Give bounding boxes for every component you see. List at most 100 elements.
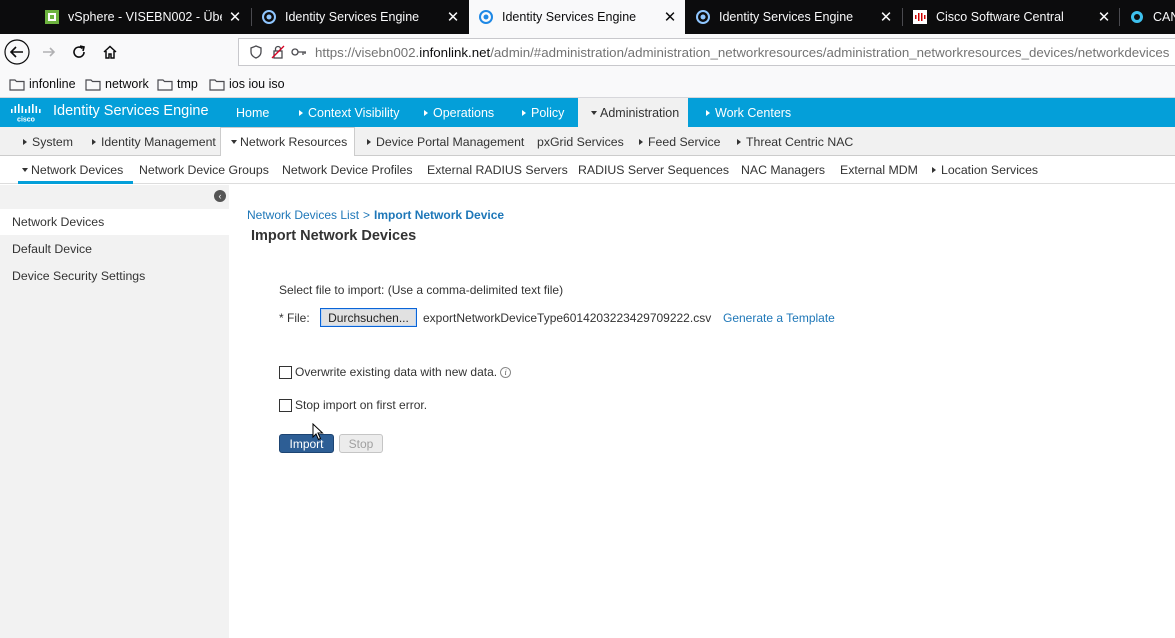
browser-tab-cisco-software[interactable]: Cisco Software Central ✕ <box>903 0 1119 34</box>
url-path: /admin/#administration/administration_ne… <box>490 44 1170 60</box>
tab-radius-server-sequences[interactable]: RADIUS Server Sequences <box>574 156 733 184</box>
close-tab-icon[interactable]: ✕ <box>1097 8 1111 26</box>
caret-down-icon <box>591 110 597 115</box>
caret-right-icon <box>932 167 936 173</box>
bookmark-network[interactable]: network <box>85 77 149 91</box>
subnav-label: Feed Service <box>648 134 721 149</box>
caret-right-icon <box>23 138 27 145</box>
tab-label: Location Services <box>941 163 1039 177</box>
generate-template-link[interactable]: Generate a Template <box>723 311 835 325</box>
tab-label: RADIUS Server Sequences <box>578 163 730 177</box>
forward-button[interactable] <box>36 39 62 65</box>
tab-network-devices[interactable]: Network Devices <box>18 156 134 184</box>
browser-tab-ise-active[interactable]: Identity Services Engine ✕ <box>469 0 685 34</box>
close-tab-icon[interactable]: ✕ <box>228 8 242 26</box>
tab-label: External RADIUS Servers <box>427 163 568 177</box>
url-prefix: https://visebn002. <box>315 44 420 60</box>
bookmark-ios-iou-iso[interactable]: ios iou iso <box>209 77 285 91</box>
sidebar-item-label: Device Security Settings <box>12 269 146 283</box>
subnav-feed-service[interactable]: Feed Service <box>633 127 726 156</box>
close-tab-icon[interactable]: ✕ <box>663 8 677 26</box>
subnav-network-resources[interactable]: Network Resources <box>220 127 355 157</box>
page-title: Import Network Devices <box>251 228 417 244</box>
topnav-administration[interactable]: Administration <box>578 98 688 127</box>
tab-label: Network Device Profiles <box>282 163 413 177</box>
subnav-pxgrid-services[interactable]: pxGrid Services <box>531 127 630 156</box>
tab-network-device-groups[interactable]: Network Device Groups <box>135 156 273 184</box>
topnav-label: Context Visibility <box>308 105 400 120</box>
browser-toolbar: https://visebn002.infonlink.net/admin/#a… <box>0 34 1175 70</box>
subnav-label: System <box>32 134 73 149</box>
subnav-identity-management[interactable]: Identity Management <box>86 127 222 156</box>
browser-tab-vsphere[interactable]: vSphere - VISEBN002 - Übersich ✕ <box>35 0 250 34</box>
insecure-lock-icon <box>271 45 285 59</box>
topnav-label: Administration <box>600 105 680 120</box>
breadcrumb-current: Import Network Device <box>374 208 505 222</box>
bookmark-tmp[interactable]: tmp <box>157 77 198 91</box>
close-tab-icon[interactable]: ✕ <box>446 8 460 26</box>
reload-button[interactable] <box>66 39 92 65</box>
topnav-policy[interactable]: Policy <box>516 98 570 127</box>
caret-right-icon <box>737 138 741 145</box>
browser-tab-strip: vSphere - VISEBN002 - Übersich ✕ Identit… <box>0 0 1175 34</box>
caret-right-icon <box>92 138 96 145</box>
caret-down-icon <box>22 168 28 172</box>
cisco-favicon-icon <box>913 10 927 24</box>
sidebar-item-network-devices[interactable]: Network Devices <box>0 209 229 235</box>
tab-network-device-profiles[interactable]: Network Device Profiles <box>278 156 417 184</box>
tab-location-services[interactable]: Location Services <box>928 156 1042 184</box>
topnav-home[interactable]: Home <box>230 98 275 127</box>
topnav-work-centers[interactable]: Work Centers <box>700 98 797 127</box>
subnav-system[interactable]: System <box>17 127 79 156</box>
topnav-label: Policy <box>531 105 565 120</box>
topnav-operations[interactable]: Operations <box>418 98 500 127</box>
back-arrow-icon <box>4 39 30 65</box>
subnav-label: pxGrid Services <box>537 134 624 149</box>
tab-external-radius-servers[interactable]: External RADIUS Servers <box>423 156 572 184</box>
info-icon[interactable]: i <box>500 366 512 378</box>
topnav-label: Work Centers <box>715 105 792 120</box>
overwrite-checkbox[interactable] <box>279 365 292 379</box>
bookmark-label: ios iou iso <box>229 77 285 91</box>
subnav-label: Network Resources <box>240 135 348 149</box>
browser-tab-title: Cisco Software Central <box>936 10 1064 24</box>
url-text: https://visebn002.infonlink.net/admin/#a… <box>315 45 1169 60</box>
overwrite-option: Overwrite existing data with new data. i <box>279 365 512 379</box>
breadcrumb-parent-link[interactable]: Network Devices List <box>247 208 359 222</box>
tab-label: External MDM <box>840 163 918 177</box>
topnav-context-visibility[interactable]: Context Visibility <box>293 98 405 127</box>
tab-nac-managers[interactable]: NAC Managers <box>737 156 829 184</box>
caret-right-icon <box>299 109 303 116</box>
close-tab-icon[interactable]: ✕ <box>879 8 893 26</box>
shield-icon <box>250 45 262 59</box>
subnav-label: Threat Centric NAC <box>746 134 854 149</box>
address-bar[interactable]: https://visebn002.infonlink.net/admin/#a… <box>238 38 1175 66</box>
browser-tab-can[interactable]: CAN <box>1120 0 1175 34</box>
bookmark-label: network <box>105 77 149 91</box>
home-button[interactable] <box>97 39 123 65</box>
tab-label: NAC Managers <box>741 163 826 177</box>
browse-file-button[interactable]: Durchsuchen... <box>320 308 417 327</box>
home-icon <box>103 45 117 59</box>
topnav-label: Home <box>236 105 270 120</box>
bookmark-infonline[interactable]: infonline <box>9 77 76 91</box>
browser-tab-title: Identity Services Engine <box>719 10 854 24</box>
stop-button[interactable]: Stop <box>339 434 383 453</box>
topnav-label: Operations <box>433 105 495 120</box>
back-button[interactable] <box>4 39 30 65</box>
subnav-threat-centric-nac[interactable]: Threat Centric NAC <box>731 127 859 156</box>
collapse-sidebar-icon[interactable]: ‹ <box>214 190 226 202</box>
browser-tab-ise-3[interactable]: Identity Services Engine ✕ <box>686 0 901 34</box>
vsphere-favicon-icon <box>45 10 59 24</box>
import-button[interactable]: Import <box>279 434 334 453</box>
sidebar-item-device-security-settings[interactable]: Device Security Settings <box>0 263 229 289</box>
stop-on-error-checkbox[interactable] <box>279 398 292 412</box>
stop-on-error-option: Stop import on first error. <box>279 398 427 412</box>
tab-external-mdm[interactable]: External MDM <box>836 156 922 184</box>
url-host: infonlink.net <box>419 44 491 60</box>
tab-label: Network Device Groups <box>139 163 269 177</box>
subnav-device-portal-management[interactable]: Device Portal Management <box>361 127 530 156</box>
sidebar-item-default-device[interactable]: Default Device <box>0 236 229 262</box>
mouse-cursor-icon <box>312 423 324 441</box>
browser-tab-ise-1[interactable]: Identity Services Engine ✕ <box>252 0 468 34</box>
